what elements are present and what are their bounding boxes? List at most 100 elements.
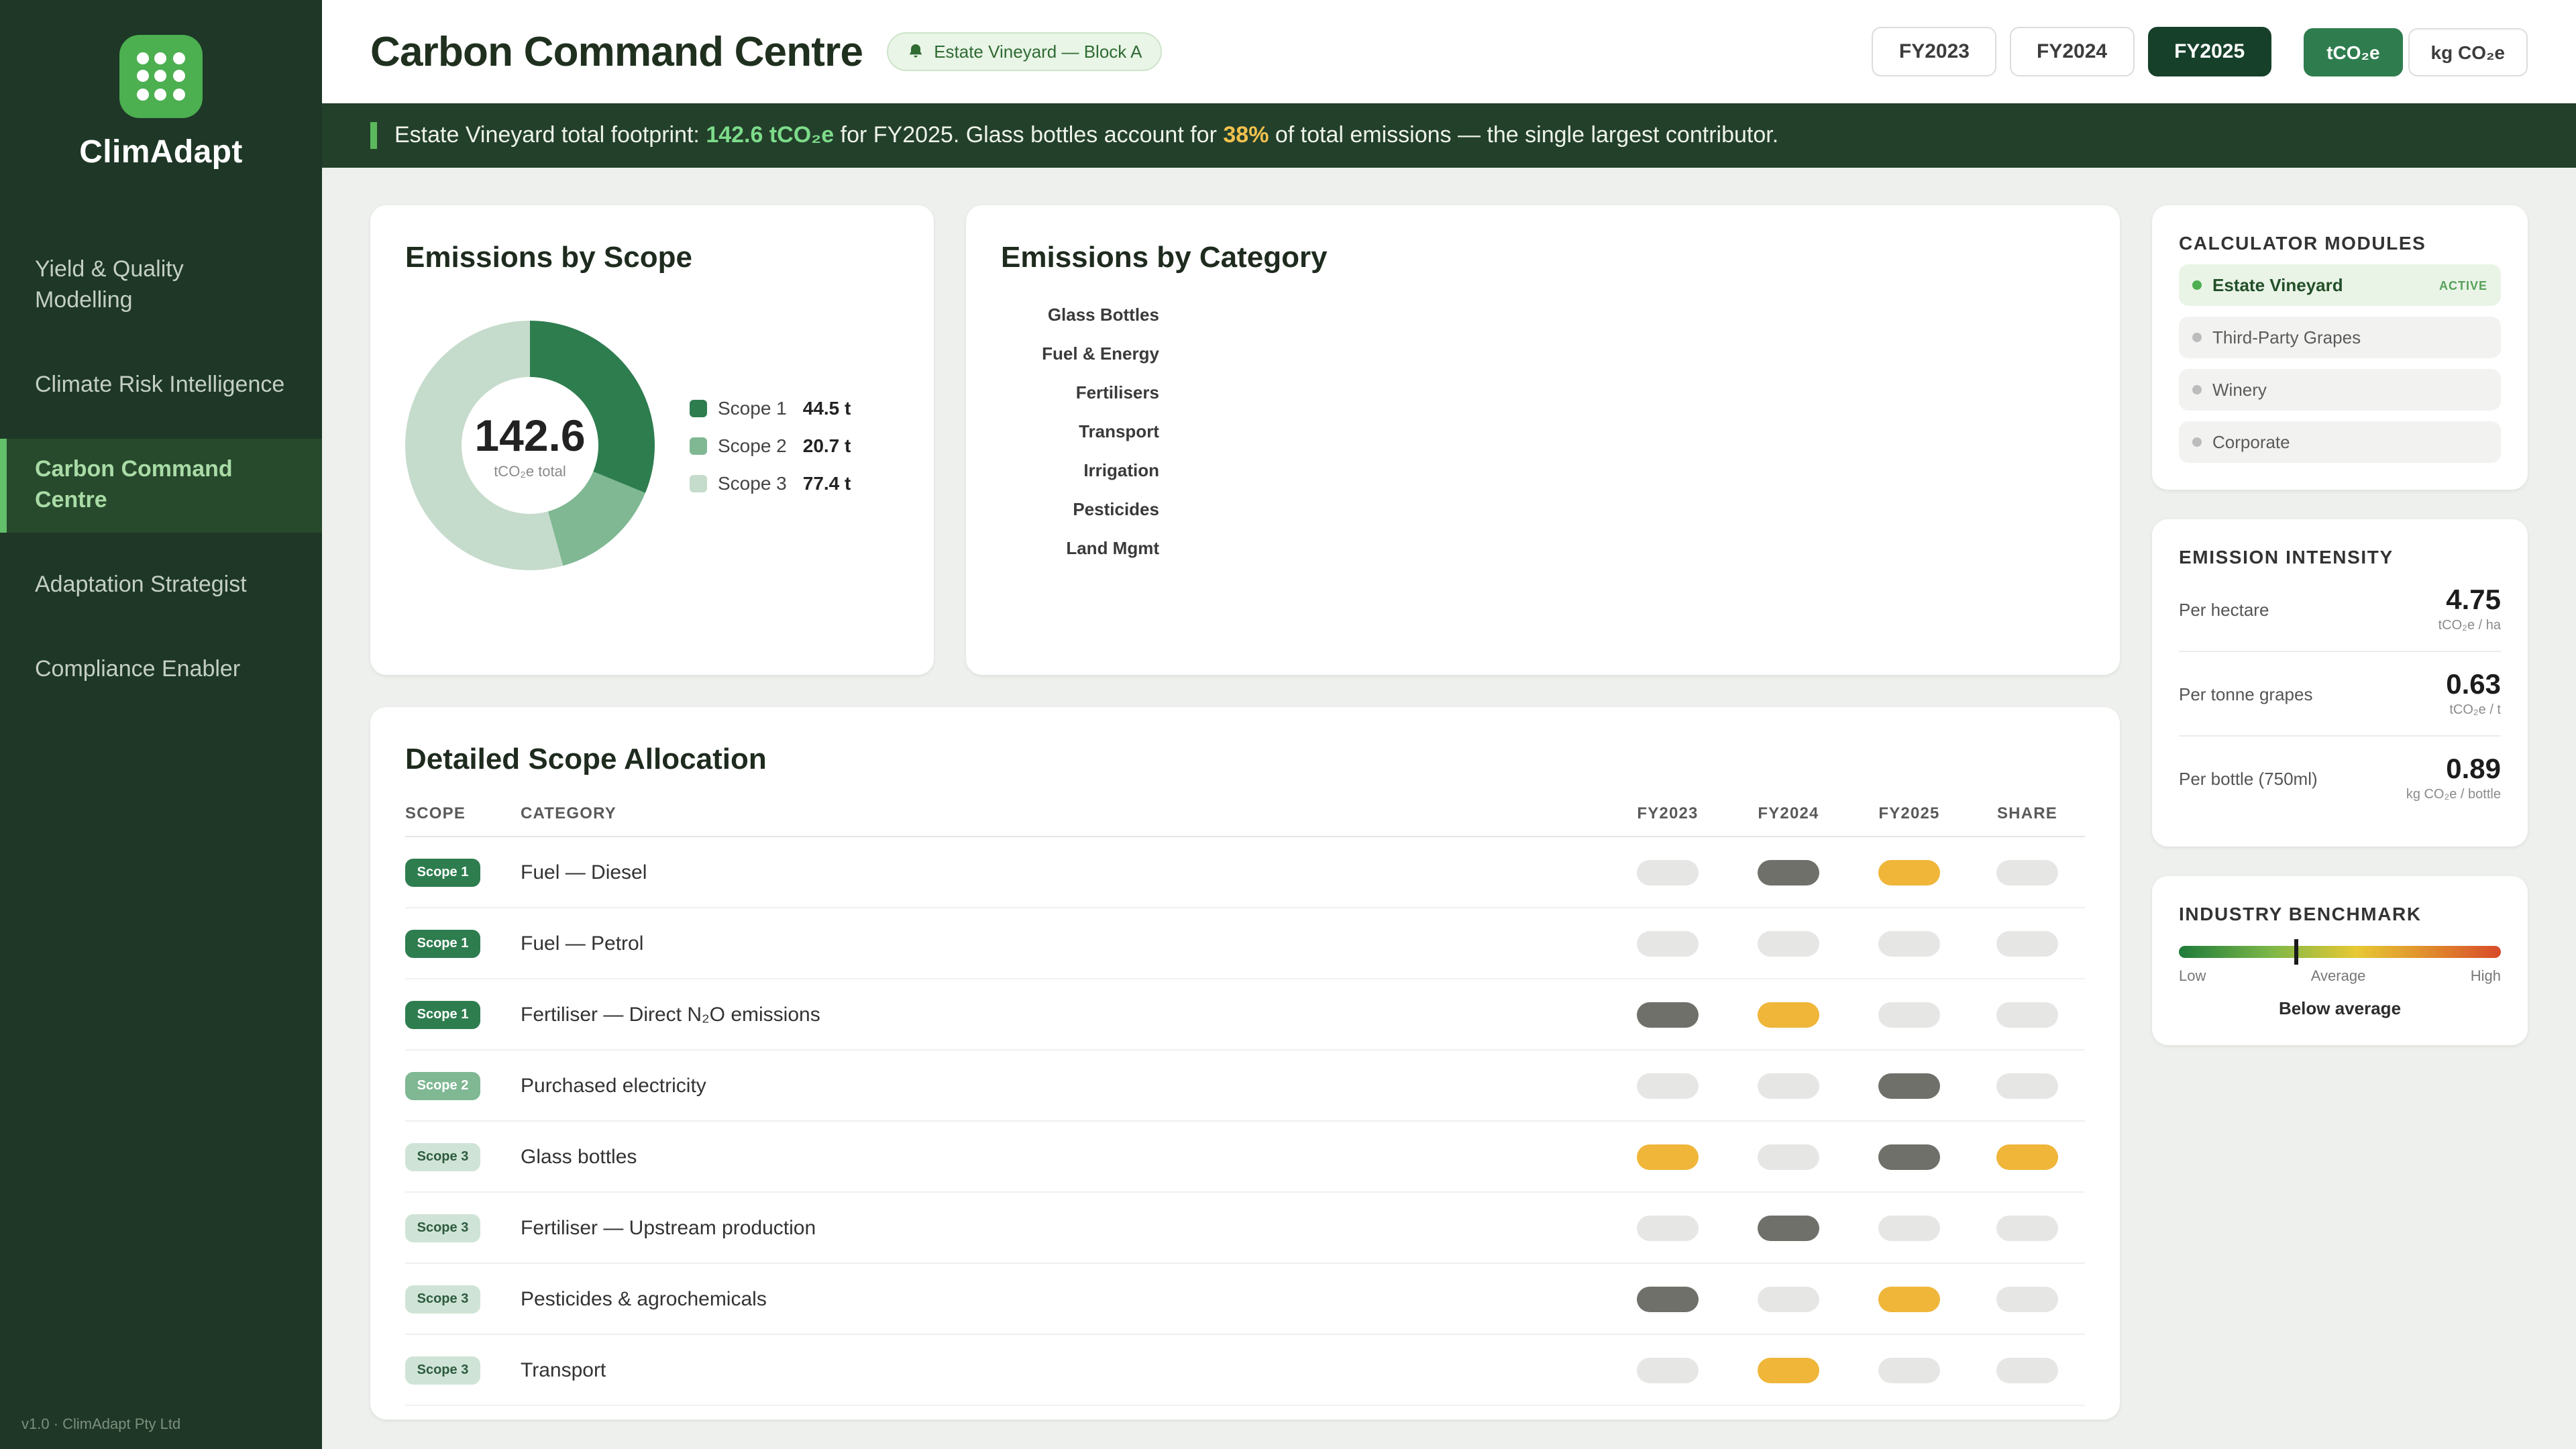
year-button[interactable]: FY2025 — [2147, 27, 2271, 76]
metric-unit: tCO₂e / t — [2446, 703, 2501, 718]
heat-pill — [1637, 1286, 1699, 1311]
heat-pill — [1758, 1286, 1819, 1311]
module-dot-icon — [2192, 333, 2202, 342]
year-button[interactable]: FY2023 — [1872, 27, 1996, 76]
table-row[interactable]: Scope 1 Fertiliser — Direct N₂O emissions — [405, 979, 2085, 1051]
bell-icon — [907, 43, 924, 60]
scope-badge: Scope 1 — [405, 1000, 480, 1028]
metric-label: Per hectare — [2179, 599, 2269, 619]
table-row[interactable]: Scope 3Pesticides & agrochemicals — [405, 1264, 2085, 1335]
module-item[interactable]: Corporate — [2179, 421, 2501, 463]
donut-area: 142.6 tCO₂e total Scope 144.5 tScope 220… — [405, 321, 899, 570]
category-bar-row: Irrigation — [1001, 460, 2085, 480]
heat-pill — [1996, 1357, 2058, 1383]
benchmark-gradient-bar — [2179, 946, 2501, 958]
unit-button[interactable]: kg CO₂e — [2408, 28, 2528, 76]
intensity-title: EMISSION INTENSITY — [2179, 546, 2501, 568]
metric-value-block: 4.75 tCO₂e / ha — [2438, 585, 2501, 633]
heat-pill-cell — [1970, 930, 2085, 956]
category-bars: Glass BottlesFuel & EnergyFertilisersTra… — [1001, 305, 2085, 558]
legend-item: Scope 2 20.7 t — [690, 435, 851, 456]
unit-button[interactable]: tCO₂e — [2304, 28, 2402, 76]
module-dot-icon — [2192, 385, 2202, 394]
metric-value: 0.63 — [2446, 669, 2501, 702]
heat-pill-cell — [1849, 859, 1970, 885]
benchmark-status: Below average — [2179, 998, 2501, 1018]
heat-pill — [1878, 1357, 1940, 1383]
sidebar-item[interactable]: Carbon Command Centre — [0, 439, 322, 533]
bar-label: Irrigation — [1001, 460, 1159, 480]
logo-wrap: ClimAdapt — [0, 0, 322, 180]
bar-label: Land Mgmt — [1001, 538, 1159, 558]
table-row[interactable]: Scope 1Fuel — Diesel — [405, 837, 2085, 908]
banner-segment: of total emissions — the single largest … — [1269, 122, 1778, 148]
benchmark-title: INDUSTRY BENCHMARK — [2179, 903, 2501, 924]
context-badge-label: Estate Vineyard — Block A — [934, 42, 1142, 62]
column-header: CATEGORY — [521, 804, 1607, 822]
column-header: FY2023 — [1607, 804, 1728, 822]
table-row[interactable]: Scope 2Purchased electricity — [405, 1051, 2085, 1122]
app-name: ClimAdapt — [79, 134, 243, 172]
banner-accent — [370, 122, 377, 149]
table-row[interactable]: Scope 3Fertiliser — Upstream production — [405, 1193, 2085, 1264]
emissions-by-scope-card: Emissions by Scope 142.6 tCO₂e total Sco… — [370, 205, 934, 675]
legend-label: Scope 2 — [718, 435, 787, 456]
heat-pill-cell — [1970, 1144, 2085, 1169]
banner-segment: 38% — [1223, 122, 1269, 148]
heat-pill — [1758, 1357, 1819, 1383]
context-badge[interactable]: Estate Vineyard — Block A — [887, 32, 1162, 71]
banner-segment: 142.6 tCO₂e — [706, 122, 834, 148]
scope-badge: Scope 3 — [405, 1214, 480, 1242]
benchmark-labels: Low Average High — [2179, 969, 2501, 985]
bar-label: Transport — [1001, 421, 1159, 441]
table-row[interactable]: Scope 3Glass bottles — [405, 1122, 2085, 1193]
heat-pill-cell — [1728, 859, 1849, 885]
table-row[interactable]: Scope 3Transport — [405, 1335, 2085, 1406]
donut-total-unit: tCO₂e total — [494, 464, 566, 480]
metric-unit: kg CO₂e / bottle — [2406, 788, 2501, 802]
page-title: Carbon Command Centre — [370, 28, 863, 76]
column-header: FY2025 — [1849, 804, 1970, 822]
heat-pill — [1637, 930, 1699, 956]
heat-pill — [1996, 1073, 2058, 1098]
heat-pill — [1637, 1002, 1699, 1027]
category-bar-row: Glass Bottles — [1001, 305, 2085, 325]
metric-row: Per tonne grapes0.63tCO₂e / t — [2179, 652, 2501, 737]
module-item[interactable]: Estate VineyardACTIVE — [2179, 264, 2501, 306]
sidebar-item[interactable]: Adaptation Strategist — [0, 553, 322, 616]
heat-pill — [1878, 1286, 1940, 1311]
calculator-modules-card: CALCULATOR MODULES Estate VineyardACTIVE… — [2152, 205, 2528, 490]
category-cell: Pesticides & agrochemicals — [521, 1287, 1607, 1310]
table-row[interactable]: Scope 1Fuel — Petrol — [405, 908, 2085, 979]
table-header-row: SCOPECATEGORYFY2023FY2024FY2025SHARE — [405, 804, 2085, 837]
sidebar-item[interactable]: Yield & Quality Modelling — [0, 239, 322, 333]
heat-pill-cell — [1607, 1002, 1728, 1027]
module-label: Winery — [2212, 380, 2267, 400]
metric-row: Per hectare 4.75 tCO₂e / ha — [2179, 568, 2501, 652]
category-cell: Fuel — Petrol — [521, 932, 1607, 955]
metric-unit: tCO₂e / ha — [2438, 619, 2501, 633]
heat-pill — [1758, 1073, 1819, 1098]
heat-pill-cell — [1607, 1357, 1728, 1383]
module-item[interactable]: Third-Party Grapes — [2179, 317, 2501, 358]
sidebar-item[interactable]: Climate Risk Intelligence — [0, 354, 322, 417]
category-card-title: Emissions by Category — [1001, 240, 2085, 275]
header: Carbon Command Centre Estate Vineyard — … — [322, 0, 2576, 103]
legend-value: 20.7 t — [803, 435, 851, 456]
metric-value: 4.75 — [2438, 585, 2501, 617]
heat-pill-cell — [1849, 930, 1970, 956]
legend-label: Scope 1 — [718, 397, 787, 419]
scope-badge-cell: Scope 1 — [405, 929, 521, 957]
module-item[interactable]: Winery — [2179, 369, 2501, 411]
sidebar-footer: v1.0 · ClimAdapt Pty Ltd — [21, 1417, 180, 1433]
module-label: Third-Party Grapes — [2212, 327, 2361, 347]
table-body: Scope 1Fuel — DieselScope 1Fuel — Petrol… — [405, 837, 2085, 1406]
heat-pill-cell — [1849, 1215, 1970, 1240]
year-button[interactable]: FY2024 — [2010, 27, 2134, 76]
heat-pill-cell — [1970, 1215, 2085, 1240]
category-cell: Fertiliser — Direct N₂O emissions — [521, 1003, 1607, 1026]
heat-pill-cell — [1849, 1286, 1970, 1311]
app-window: ClimAdapt Yield & Quality Modelling Clima… — [0, 0, 2576, 1449]
sidebar-item[interactable]: Compliance Enabler — [0, 638, 322, 701]
sidebar: ClimAdapt Yield & Quality Modelling Clima… — [0, 0, 322, 1449]
